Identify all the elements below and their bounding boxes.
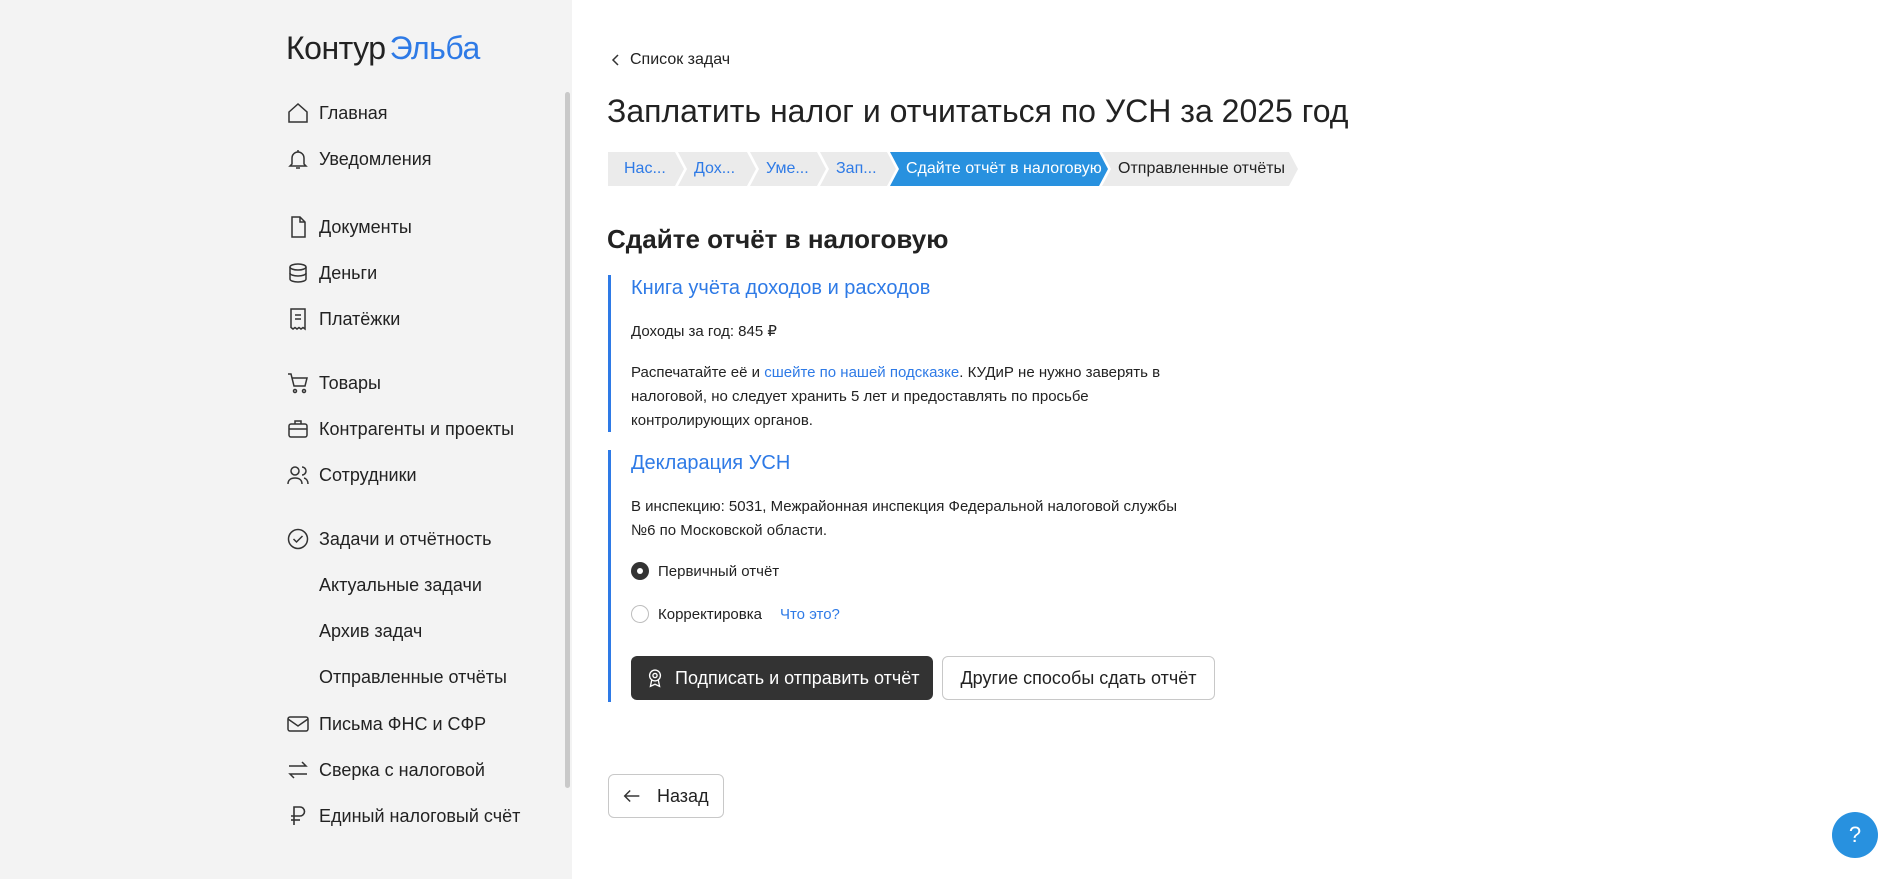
- logo-elba: Эльба: [389, 30, 481, 66]
- ruble-icon: [286, 804, 310, 828]
- sidebar-subitem-label: Архив задач: [319, 620, 423, 641]
- sidebar-item-label: Задачи и отчётность: [319, 528, 492, 549]
- what-is-this-link[interactable]: Что это?: [780, 606, 840, 623]
- book-title[interactable]: Книга учёта доходов и расходов: [631, 277, 930, 300]
- sidebar-item-label: Главная: [319, 102, 388, 123]
- sidebar-subitem-current-tasks[interactable]: Актуальные задачи: [319, 570, 482, 600]
- radio-label: Первичный отчёт: [658, 562, 780, 580]
- sidebar-item-tasks[interactable]: Задачи и отчётность: [286, 524, 492, 554]
- sidebar-item-label: Документы: [319, 216, 412, 237]
- back-button-label: Назад: [657, 785, 709, 806]
- sidebar-item-tax-account[interactable]: Единый налоговый счёт: [286, 801, 520, 831]
- sidebar-item-label: Контрагенты и проекты: [319, 418, 515, 439]
- page-title: Заплатить налог и отчитаться по УСН за 2…: [607, 93, 1349, 129]
- sidebar-item-label: Деньги: [319, 262, 378, 283]
- sidebar-item-documents[interactable]: Документы: [286, 212, 412, 242]
- sidebar-item-label: Уведомления: [319, 148, 432, 169]
- sidebar-subitem-label: Отправленные отчёты: [319, 666, 507, 687]
- sidebar-item-goods[interactable]: Товары: [286, 368, 381, 398]
- book-text-before: Распечатайте её и: [631, 364, 765, 381]
- step-label: Сдайте отчёт в налоговую: [906, 160, 1102, 177]
- sidebar-subitem-label: Актуальные задачи: [319, 574, 482, 595]
- briefcase-icon: [286, 417, 310, 441]
- mail-icon: [286, 712, 310, 736]
- radio-unchecked[interactable]: [631, 605, 649, 623]
- radio-primary-report[interactable]: Первичный отчёт: [631, 562, 779, 580]
- declaration-block: Декларация УСН В инспекцию: 5031, Межрай…: [608, 450, 1215, 702]
- document-icon: [286, 215, 310, 239]
- chevron-left-icon: [611, 54, 619, 66]
- radio-checked[interactable]: [631, 562, 649, 580]
- sidebar-subitem-task-archive[interactable]: Архив задач: [319, 616, 422, 646]
- step-5-active[interactable]: Сдайте отчёт в налоговую: [890, 152, 1108, 186]
- coins-icon: [286, 261, 310, 285]
- people-icon: [286, 463, 310, 487]
- sidebar-subitem-sent-reports[interactable]: Отправленные отчёты: [319, 662, 507, 692]
- step-label: Дох...: [694, 160, 736, 177]
- inspection-text: В инспекцию: 5031, Межрайонная инспекция…: [631, 498, 1178, 539]
- step-label: Нас...: [624, 160, 666, 177]
- sew-hint-link[interactable]: сшейте по нашей подсказке: [764, 364, 959, 381]
- arrow-left-icon: [623, 789, 640, 803]
- radio-label: Корректировка: [658, 605, 762, 623]
- logo-kontur: Контур: [286, 30, 386, 66]
- sidebar-item-notifications[interactable]: Уведомления: [286, 144, 432, 174]
- sidebar-item-label: Платёжки: [319, 308, 401, 329]
- sidebar-item-label: Товары: [319, 372, 381, 393]
- back-button[interactable]: Назад: [608, 774, 724, 818]
- book-block: Книга учёта доходов и расходов Доходы за…: [608, 275, 1208, 432]
- sign-and-send-label: Подписать и отправить отчёт: [675, 667, 920, 688]
- step-1[interactable]: Нас...: [608, 152, 684, 186]
- bell-icon: [286, 147, 310, 171]
- step-3[interactable]: Уме...: [750, 152, 826, 186]
- sidebar-item-money[interactable]: Деньги: [286, 258, 377, 288]
- step-6[interactable]: Отправленные отчёты: [1102, 152, 1298, 186]
- step-4[interactable]: Зап...: [820, 152, 896, 186]
- swap-arrows-icon: [286, 758, 310, 782]
- sidebar-item-fns-letters[interactable]: Письма ФНС и СФР: [286, 709, 486, 739]
- sidebar-item-counterparties[interactable]: Контрагенты и проекты: [286, 414, 514, 444]
- book-instructions: Распечатайте её и сшейте по нашей подска…: [631, 361, 1191, 433]
- sidebar-item-label: Письма ФНС и СФР: [319, 713, 487, 734]
- sidebar-item-employees[interactable]: Сотрудники: [286, 460, 417, 490]
- step-2[interactable]: Дох...: [678, 152, 756, 186]
- steps-breadcrumb: Нас... Дох... Уме... Зап... Сдайте отчёт…: [608, 152, 1292, 186]
- income-text: Доходы за год: 845 ₽: [631, 323, 777, 340]
- sign-and-send-button[interactable]: Подписать и отправить отчёт: [631, 656, 933, 700]
- sidebar-item-reconciliation[interactable]: Сверка с налоговой: [286, 755, 485, 785]
- receipt-icon: [286, 307, 310, 331]
- sidebar: Контур Эльба Главная Уведомления Документ…: [0, 0, 572, 879]
- step-label: Уме...: [766, 160, 809, 177]
- task-list-back-link[interactable]: Список задач: [608, 51, 730, 69]
- home-icon: [286, 101, 310, 125]
- cart-icon: [286, 371, 310, 395]
- logo[interactable]: Контур Эльба: [286, 30, 480, 67]
- sidebar-item-home[interactable]: Главная: [286, 98, 388, 128]
- sidebar-item-payments[interactable]: Платёжки: [286, 304, 400, 334]
- sidebar-item-label: Сверка с налоговой: [319, 759, 485, 780]
- sidebar-item-label: Единый налоговый счёт: [319, 805, 521, 826]
- sidebar-item-label: Сотрудники: [319, 464, 417, 485]
- check-circle-icon: [286, 527, 310, 551]
- radio-correction[interactable]: Корректировка Что это?: [631, 605, 840, 623]
- certificate-icon: [648, 669, 662, 688]
- step-label: Отправленные отчёты: [1118, 160, 1286, 177]
- section-title: Сдайте отчёт в налоговую: [607, 224, 949, 254]
- task-list-back-label: Список задач: [630, 51, 731, 68]
- other-ways-button[interactable]: Другие способы сдать отчёт: [942, 656, 1215, 700]
- step-label: Зап...: [836, 160, 877, 177]
- sidebar-scrollbar[interactable]: [565, 92, 570, 788]
- help-button[interactable]: ?: [1832, 812, 1878, 858]
- declaration-title[interactable]: Декларация УСН: [631, 452, 790, 475]
